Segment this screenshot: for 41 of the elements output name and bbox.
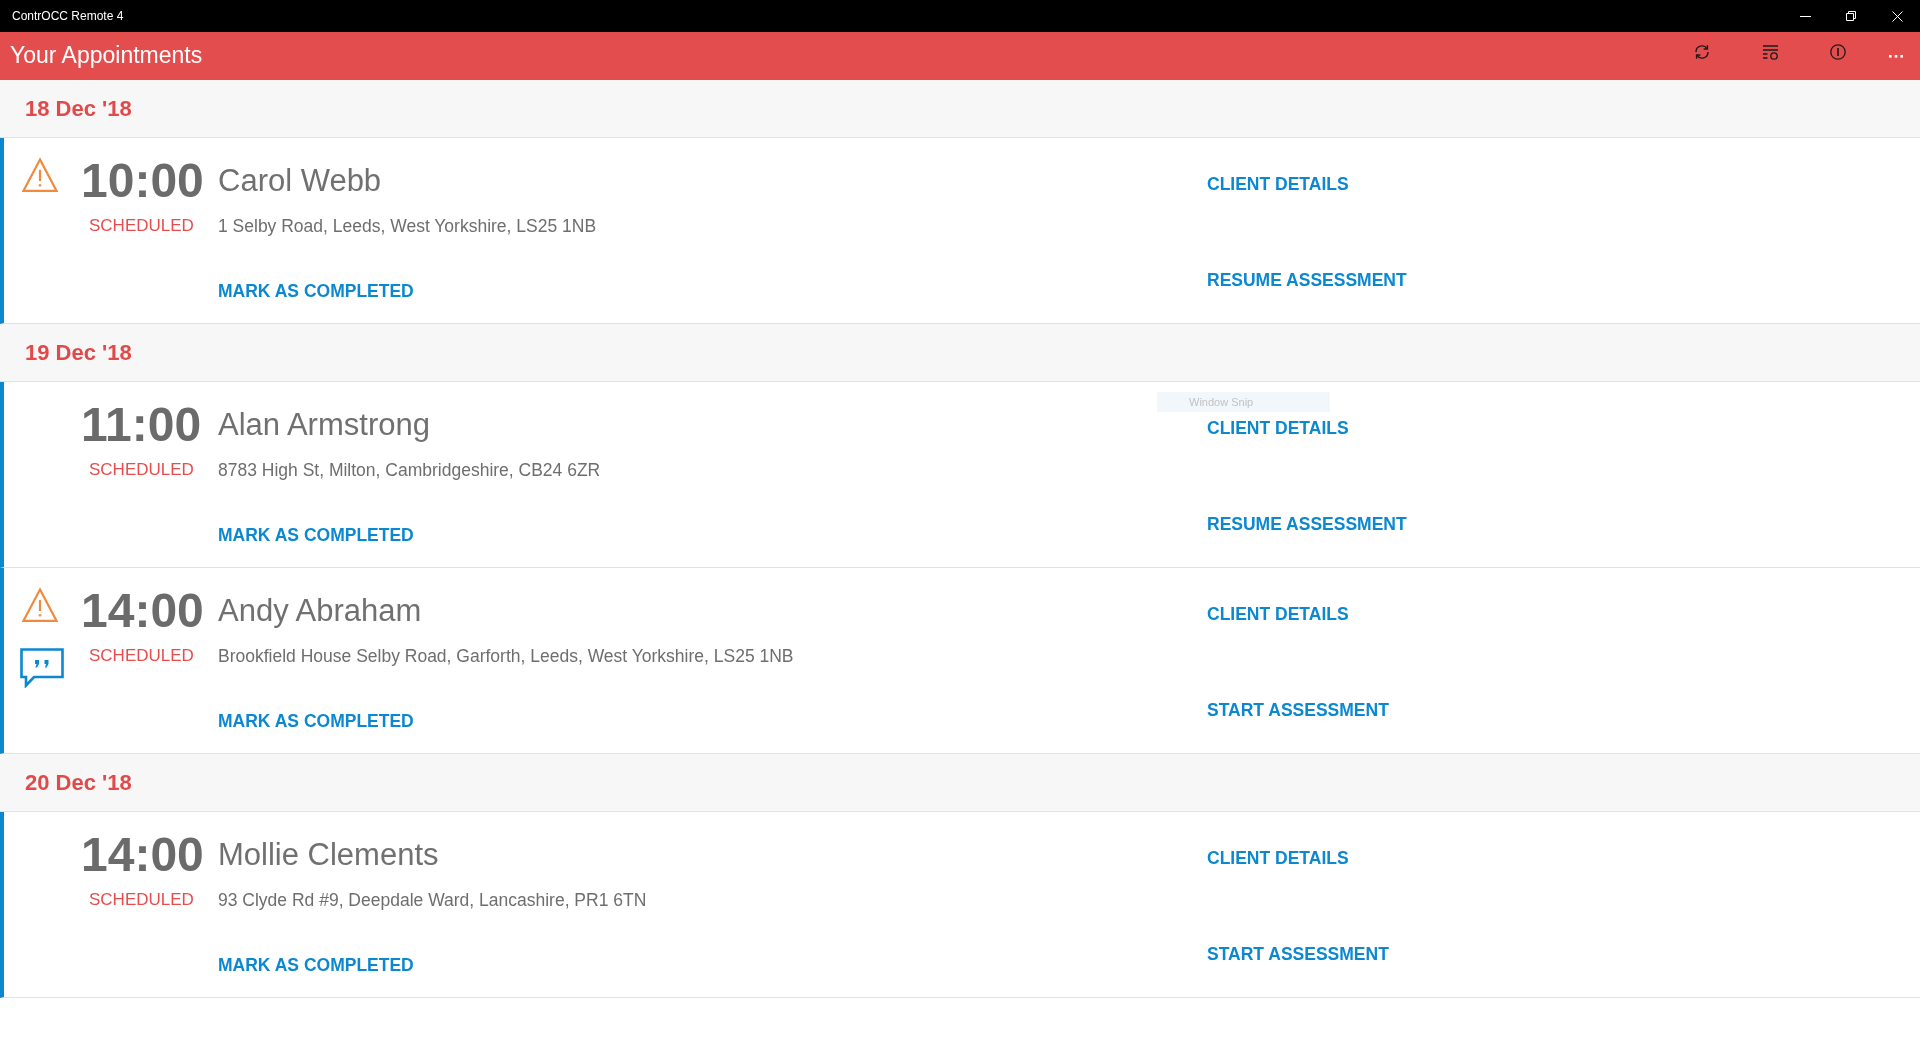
date-label: 19 Dec '18 <box>25 340 132 366</box>
client-name: Carol Webb <box>218 162 382 200</box>
appointment-time: 14:00 <box>81 585 204 637</box>
client-details-button[interactable]: CLIENT DETAILS <box>1207 846 1349 871</box>
client-name: Alan Armstrong <box>218 406 430 444</box>
appointment-time: 11:00 <box>81 399 202 451</box>
assessment-button[interactable]: RESUME ASSESSMENT <box>1207 268 1407 293</box>
restore-icon <box>1846 11 1856 21</box>
appointment-time: 14:00 <box>81 829 204 881</box>
window-title: ContrOCC Remote 4 <box>12 9 124 23</box>
client-address: Brookfield House Selby Road, Garforth, Leeds, West Yorkshire, LS25 1NB <box>218 645 794 667</box>
date-label: 20 Dec '18 <box>25 770 132 796</box>
client-name: Mollie Clements <box>218 836 439 874</box>
client-name: Andy Abraham <box>218 592 422 630</box>
appointment-time: 10:00 <box>81 155 204 207</box>
client-details-button[interactable]: CLIENT DETAILS <box>1207 602 1349 627</box>
assessment-button[interactable]: START ASSESSMENT <box>1207 698 1389 723</box>
status-label: SCHEDULED <box>89 646 194 666</box>
client-address: 93 Clyde Rd #9, Deepdale Ward, Lancashire, PR1 6TN <box>218 889 647 911</box>
client-address: 8783 High St, Milton, Cambridgeshire, CB24 6ZR <box>218 459 601 481</box>
mark-completed-button[interactable]: MARK AS COMPLETED <box>218 278 414 304</box>
assessment-button[interactable]: START ASSESSMENT <box>1207 942 1389 967</box>
mark-completed-button[interactable]: MARK AS COMPLETED <box>218 952 414 978</box>
client-details-button[interactable]: CLIENT DETAILS <box>1207 416 1349 441</box>
status-label: SCHEDULED <box>89 460 194 480</box>
tooltip-text: Window Snip <box>1189 396 1254 408</box>
client-details-button[interactable]: CLIENT DETAILS <box>1207 172 1349 197</box>
list-icon <box>1762 44 1778 60</box>
more-icon <box>1889 54 1903 58</box>
mark-completed-button[interactable]: MARK AS COMPLETED <box>218 522 414 548</box>
minimize-icon <box>1799 15 1811 17</box>
close-icon <box>1891 10 1903 22</box>
assessment-button[interactable]: RESUME ASSESSMENT <box>1207 512 1407 537</box>
info-icon <box>1830 44 1846 60</box>
date-label: 18 Dec '18 <box>25 96 132 122</box>
client-address: 1 Selby Road, Leeds, West Yorkshire, LS25 1NB <box>218 215 597 237</box>
status-label: SCHEDULED <box>89 216 194 236</box>
mark-completed-button[interactable]: MARK AS COMPLETED <box>218 708 414 734</box>
refresh-icon <box>1694 44 1710 60</box>
status-label: SCHEDULED <box>89 890 194 910</box>
page-title: Your Appointments <box>10 41 203 69</box>
